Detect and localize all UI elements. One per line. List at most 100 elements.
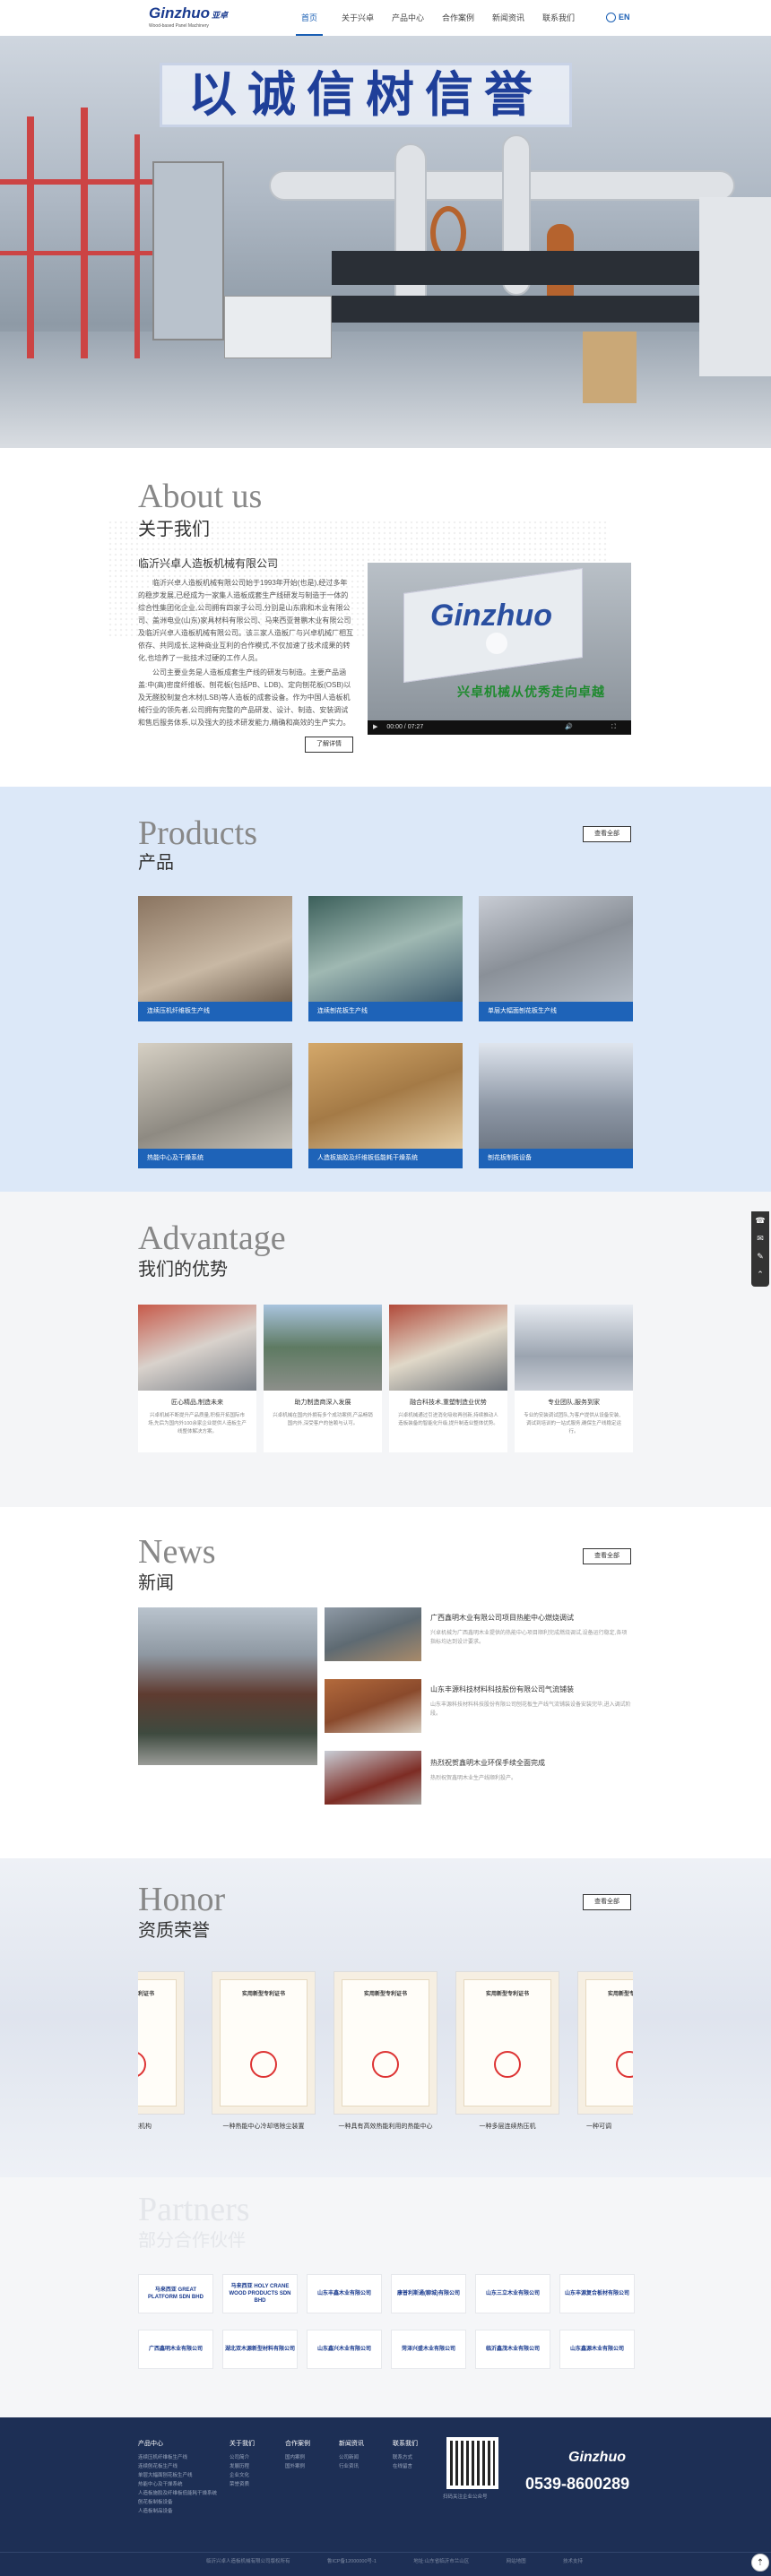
footer-link[interactable]: 国内案例 bbox=[285, 2453, 305, 2462]
product-card[interactable]: 刨花板制板设备 bbox=[479, 1043, 633, 1168]
phone-icon[interactable]: ☎ bbox=[751, 1211, 769, 1229]
copyright: 临沂兴卓人造板机械有限公司版权所有 bbox=[206, 2559, 290, 2564]
news-item-title[interactable]: 广西鑫明木业有限公司项目热能中心燃烧调试 bbox=[430, 1613, 574, 1623]
top-icon[interactable]: ⌃ bbox=[751, 1265, 769, 1283]
product-caption: 单层大幅面刨花板生产线 bbox=[479, 1002, 633, 1021]
news-thumb[interactable] bbox=[325, 1751, 421, 1805]
globe-icon[interactable] bbox=[606, 13, 616, 22]
honor-more-button[interactable]: 查看全部 bbox=[583, 1894, 631, 1910]
certificate[interactable]: 实用新型专利证书 bbox=[455, 1971, 559, 2115]
news-featured-image[interactable] bbox=[138, 1607, 317, 1765]
news-thumb[interactable] bbox=[325, 1679, 421, 1733]
about-title-en: About us bbox=[138, 478, 263, 515]
nav-news[interactable]: 新闻资讯 bbox=[488, 0, 529, 36]
icp-number[interactable]: 鲁ICP备12000000号-1 bbox=[327, 2557, 377, 2564]
footer-link[interactable]: 荣誉资质 bbox=[230, 2480, 249, 2489]
news-more-button[interactable]: 查看全部 bbox=[583, 1548, 631, 1564]
footer-link[interactable]: 发展历程 bbox=[230, 2462, 249, 2471]
products-more-button[interactable]: 查看全部 bbox=[583, 826, 631, 842]
seal-icon bbox=[494, 2051, 521, 2078]
nav-about[interactable]: 关于兴卓 bbox=[337, 0, 378, 36]
footer-link[interactable]: 人造板施胶及纤维板低能耗干燥系统 bbox=[138, 2489, 217, 2498]
volume-icon[interactable]: 🔊 bbox=[565, 720, 573, 735]
footer-col-links: 公司简介 发展历程 企业文化 荣誉资质 bbox=[230, 2453, 249, 2489]
partner-logo[interactable]: 菏泽兴盛木业有限公司 bbox=[391, 2330, 466, 2369]
partner-logo[interactable]: 广西鑫明木业有限公司 bbox=[138, 2330, 213, 2369]
footer-link[interactable]: 企业文化 bbox=[230, 2471, 249, 2480]
footer-link[interactable]: 国外案例 bbox=[285, 2462, 305, 2471]
news-thumb[interactable] bbox=[325, 1607, 421, 1661]
partner-logo[interactable]: 山东丰源复合板材有限公司 bbox=[559, 2274, 635, 2313]
partner-logo[interactable]: 山东三立木业有限公司 bbox=[475, 2274, 550, 2313]
advantage-card[interactable]: 融合科技术,重塑制造业优势 兴卓机械通过引进消化吸收再创新,持续推动人造板装备的… bbox=[389, 1305, 507, 1452]
nav-contact[interactable]: 联系我们 bbox=[538, 0, 579, 36]
nav-cases[interactable]: 合作案例 bbox=[437, 0, 479, 36]
partner-logo[interactable]: 临沂鑫茂木业有限公司 bbox=[475, 2330, 550, 2369]
certificate[interactable]: 实用新型专利证书 bbox=[212, 1971, 316, 2115]
footer-link[interactable]: 人造板制品设备 bbox=[138, 2507, 217, 2516]
partner-logo[interactable]: 湖北双木源新型材料有限公司 bbox=[222, 2330, 298, 2369]
seal-icon bbox=[372, 2051, 399, 2078]
certificate-label: 一种多层连续热压机 bbox=[479, 2124, 536, 2130]
certificate-title: 实用新型专利证书 bbox=[363, 1992, 407, 1997]
partner-logo[interactable]: 马来西亚 HOLY CRANE WOOD PRODUCTS SDN BHD bbox=[222, 2274, 298, 2313]
advantage-card[interactable]: 助力制造商深入发展 兴卓机械在国内外拥有多个成功案例,产品畅销国内外,深受客户的… bbox=[264, 1305, 382, 1452]
footer-link[interactable]: 公司简介 bbox=[230, 2453, 249, 2462]
video-play-icon[interactable] bbox=[486, 633, 507, 654]
footer-col-head: 新闻资讯 bbox=[339, 2441, 364, 2447]
product-card[interactable]: 单层大幅面刨花板生产线 bbox=[479, 896, 633, 1021]
certificate-title: 实用新型专利证书 bbox=[485, 1992, 529, 1997]
about-more-button[interactable]: 了解详情 bbox=[305, 737, 353, 753]
footer-link[interactable]: 连续刨花板生产线 bbox=[138, 2462, 217, 2471]
back-to-top-icon[interactable]: ⇡ bbox=[751, 2554, 769, 2572]
footer-link[interactable]: 联系方式 bbox=[393, 2453, 412, 2462]
products-title-en: Products bbox=[138, 814, 257, 852]
video-controls[interactable]: ▶ 00:00 / 07:27 🔊 ⛶ bbox=[368, 720, 631, 735]
hero-banner: 以诚信树信誉 bbox=[0, 36, 771, 448]
tech-support-link[interactable]: 技术支持 bbox=[563, 2557, 583, 2564]
nav-products[interactable]: 产品中心 bbox=[387, 0, 429, 36]
product-card[interactable]: 连续刨花板生产线 bbox=[308, 896, 463, 1021]
qr-caption: 扫码关注企业公众号 bbox=[443, 2494, 488, 2500]
advantage-text: 兴卓机械通过引进消化吸收再创新,持续推动人造板装备的智能化升级,提升制造业整体优… bbox=[398, 1413, 498, 1426]
footer-link[interactable]: 行业资讯 bbox=[339, 2462, 359, 2471]
news-item-text: 山东丰源科技材料科技股份有限公司刨花板生产线气流铺装设备安装完毕,进入调试阶段。 bbox=[430, 1702, 631, 1717]
advantage-card[interactable]: 匠心精品,制造未来 兴卓机械不断提升产品质量,积极开拓国际市场,先后为国内外10… bbox=[138, 1305, 256, 1452]
wechat-icon[interactable]: ✉ bbox=[751, 1229, 769, 1247]
partner-logo[interactable]: 山东鑫源木业有限公司 bbox=[559, 2330, 635, 2369]
product-card[interactable]: 热能中心及干燥系统 bbox=[138, 1043, 292, 1168]
footer-link[interactable]: 公司新闻 bbox=[339, 2453, 359, 2462]
partner-logo[interactable]: 山东丰鑫木业有限公司 bbox=[307, 2274, 382, 2313]
footer-link[interactable]: 刨花板制板设备 bbox=[138, 2498, 217, 2507]
footer-link[interactable]: 热能中心及干燥系统 bbox=[138, 2480, 217, 2489]
honor-carousel[interactable]: 实用新型专利证书 刨花铺装机构 实用新型专利证书 一种热能中心冷却塔除尘装置 实… bbox=[138, 1962, 633, 2150]
site-logo[interactable]: Ginzhuo 亚卓 Wood-based Panel Machinery bbox=[149, 5, 230, 30]
partner-logo[interactable]: 马来西亚 GREAT PLATFORM SDN BHD bbox=[138, 2274, 213, 2313]
footer-link[interactable]: 单层大幅面刨花板生产线 bbox=[138, 2471, 217, 2480]
partner-logo[interactable]: 山东鑫兴木业有限公司 bbox=[307, 2330, 382, 2369]
fullscreen-icon[interactable]: ⛶ bbox=[611, 720, 616, 735]
footer-logo: Ginzhuo bbox=[568, 2450, 626, 2465]
footer-col-links: 国内案例 国外案例 bbox=[285, 2453, 305, 2471]
partners-title-cn: 部分合作伙伴 bbox=[138, 2231, 246, 2251]
advantage-card[interactable]: 专业团队,服务到家 专业的安装调试团队,为客户提供从设备安装、调试到培训的一站式… bbox=[515, 1305, 633, 1452]
play-icon[interactable]: ▶ bbox=[373, 724, 377, 730]
news-item-title[interactable]: 热烈祝贺鑫明木业环保手续全面完成 bbox=[430, 1758, 545, 1768]
footer-link[interactable]: 在线留言 bbox=[393, 2462, 412, 2471]
seal-icon bbox=[250, 2051, 277, 2078]
about-video-player[interactable]: Ginzhuo 兴卓机械从优秀走向卓越 ▶ 00:00 / 07:27 🔊 ⛶ bbox=[368, 563, 631, 735]
footer-link[interactable]: 连续压机纤维板生产线 bbox=[138, 2453, 217, 2462]
sitemap-link[interactable]: 网站地图 bbox=[507, 2557, 526, 2564]
language-switch[interactable]: EN bbox=[619, 13, 630, 22]
news-item-title[interactable]: 山东丰源科技材料科技股份有限公司气流铺装 bbox=[430, 1684, 574, 1694]
form-icon[interactable]: ✎ bbox=[751, 1247, 769, 1265]
certificate[interactable]: 实用新型专利证书 bbox=[138, 1971, 185, 2115]
nav-home[interactable]: 首页 bbox=[296, 0, 323, 36]
footer-col-links: 公司新闻 行业资讯 bbox=[339, 2453, 359, 2471]
product-card[interactable]: 连续压机纤维板生产线 bbox=[138, 896, 292, 1021]
product-card[interactable]: 人造板施胶及纤维板低能耗干燥系统 bbox=[308, 1043, 463, 1168]
partner-logo[interactable]: 康普利斯通(聊城)有限公司 bbox=[391, 2274, 466, 2313]
certificate[interactable]: 实用新型专利证书 bbox=[577, 1971, 633, 2115]
footer-phone[interactable]: 0539-8600289 bbox=[525, 2475, 629, 2494]
certificate[interactable]: 实用新型专利证书 bbox=[334, 1971, 437, 2115]
